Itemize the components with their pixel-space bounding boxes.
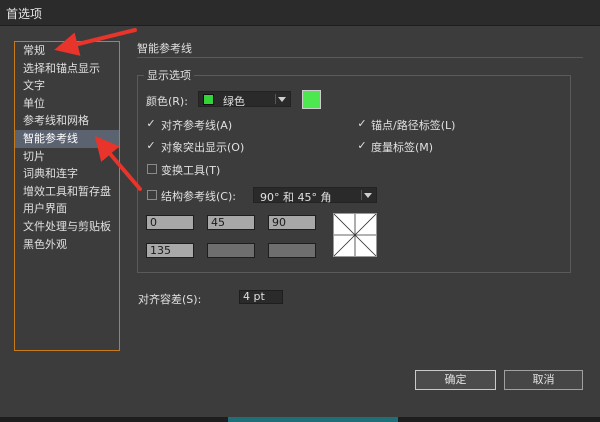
sidebar-item[interactable]: 切片 xyxy=(15,148,119,166)
tolerance-label: 对齐容差(S): xyxy=(138,293,202,306)
sidebar-item[interactable]: 常规 xyxy=(15,42,119,60)
sidebar-item[interactable]: 选择和锚点显示 xyxy=(15,60,119,78)
cancel-button[interactable]: 取消 xyxy=(504,370,583,390)
transform-tools-checkbox[interactable] xyxy=(147,164,157,174)
chevron-down-icon xyxy=(278,97,286,102)
construction-angles-value: 90° 和 45° 角 xyxy=(260,191,332,204)
measure-labels-label: 度量标签(M) xyxy=(371,141,434,154)
category-list[interactable]: 常规 选择和锚点显示 文字 单位 参考线和网格 智能参考线 切片 词典和连字 增效工具和暂存盘用… xyxy=(14,41,120,351)
angle-field xyxy=(207,243,255,258)
align-guides-label: 对齐参考线(A) xyxy=(161,119,233,132)
section-divider xyxy=(137,57,583,58)
sidebar-item[interactable]: 文字 xyxy=(15,77,119,95)
anchor-labels-label: 锚点/路径标签(L) xyxy=(371,119,456,132)
chevron-down-icon xyxy=(364,193,372,198)
sidebar-item[interactable]: 单位 xyxy=(15,95,119,113)
tolerance-input[interactable]: 4 pt xyxy=(239,290,283,304)
color-swatch-small xyxy=(203,94,214,105)
construction-guides-checkbox[interactable] xyxy=(147,190,157,200)
sidebar-item[interactable]: 文件处理与剪贴板 xyxy=(15,218,119,236)
sidebar-item[interactable]: 智能参考线 xyxy=(15,129,119,148)
color-dropdown[interactable]: 绿色 xyxy=(198,91,291,108)
section-title: 智能参考线 xyxy=(137,42,192,55)
color-dropdown-value: 绿色 xyxy=(223,95,245,108)
angle-field: 90 xyxy=(268,215,316,230)
dropdown-separator xyxy=(275,94,276,104)
measure-labels-checkbox[interactable]: ✓ xyxy=(357,140,367,151)
sidebar-item[interactable]: 增效工具和暂存盘 xyxy=(15,183,119,201)
angle-field xyxy=(268,243,316,258)
color-label: 颜色(R): xyxy=(146,95,188,108)
angle-field: 0 xyxy=(146,215,194,230)
taskbar-active-segment xyxy=(228,417,398,422)
object-highlight-label: 对象突出显示(O) xyxy=(161,141,245,154)
angle-field: 45 xyxy=(207,215,255,230)
angle-field: 135 xyxy=(146,243,194,258)
sidebar-item[interactable]: 参考线和网格 xyxy=(15,112,119,130)
sidebar-item[interactable]: 词典和连字 xyxy=(15,165,119,183)
object-highlight-checkbox[interactable]: ✓ xyxy=(146,140,156,151)
bottom-taskbar-strip xyxy=(0,417,600,422)
display-options-label: 显示选项 xyxy=(144,67,194,83)
dropdown-separator xyxy=(361,190,362,200)
angle-preview-lines xyxy=(333,213,377,257)
ok-button[interactable]: 确定 xyxy=(415,370,496,390)
transform-tools-label: 变换工具(T) xyxy=(161,164,221,177)
sidebar-item[interactable]: 黑色外观 xyxy=(15,236,119,254)
title-bar: 首选项 xyxy=(0,0,600,26)
align-guides-checkbox[interactable]: ✓ xyxy=(146,118,156,129)
window-title: 首选项 xyxy=(6,7,43,21)
color-picker-swatch[interactable] xyxy=(302,90,321,109)
angle-preview xyxy=(333,213,377,257)
construction-angles-dropdown[interactable]: 90° 和 45° 角 xyxy=(253,187,377,204)
anchor-labels-checkbox[interactable]: ✓ xyxy=(357,118,367,129)
construction-guides-label: 结构参考线(C): xyxy=(161,190,236,203)
sidebar-item[interactable]: 用户界面 xyxy=(15,200,119,218)
